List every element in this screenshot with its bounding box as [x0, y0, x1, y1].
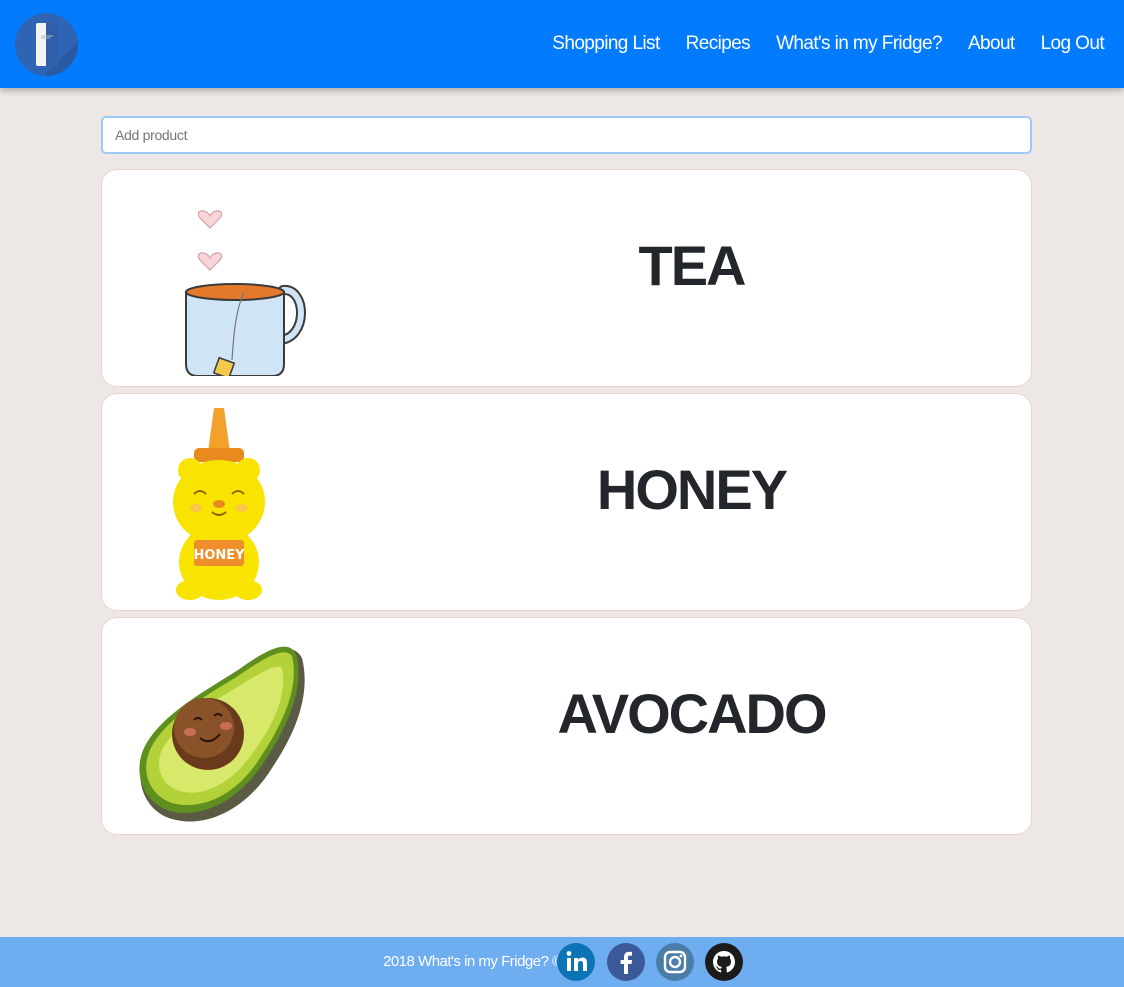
- footer-copyright: 2018 What's in my Fridge? ©: [383, 953, 563, 970]
- product-name: AVOCADO: [557, 681, 827, 745]
- product-card-honey[interactable]: HONEY HONEY: [101, 393, 1032, 611]
- nav-link-recipes[interactable]: Recipes: [686, 33, 751, 55]
- honey-bear-icon: HONEY: [132, 404, 312, 600]
- nav-link-log-out[interactable]: Log Out: [1041, 33, 1105, 55]
- github-icon[interactable]: [705, 943, 743, 981]
- linkedin-icon[interactable]: [557, 943, 595, 981]
- instagram-icon[interactable]: [656, 943, 694, 981]
- tea-mug-icon: [132, 180, 312, 380]
- nav-link-shopping-list[interactable]: Shopping List: [552, 33, 660, 55]
- product-name: TEA: [638, 233, 747, 297]
- footer: 2018 What's in my Fridge? ©: [0, 937, 1124, 987]
- avocado-icon: [132, 628, 312, 824]
- fridge-icon[interactable]: [15, 13, 78, 76]
- add-product-input[interactable]: [101, 116, 1032, 154]
- nav-link-whats-in-my-fridge[interactable]: What's in my Fridge?: [776, 33, 942, 55]
- svg-text:HONEY: HONEY: [193, 548, 245, 563]
- nav-link-about[interactable]: About: [968, 33, 1015, 55]
- product-card-avocado[interactable]: AVOCADO: [101, 617, 1032, 835]
- nav-links: Shopping List Recipes What's in my Fridg…: [552, 0, 1104, 88]
- product-name: HONEY: [596, 457, 788, 521]
- navbar: Shopping List Recipes What's in my Fridg…: [0, 0, 1124, 88]
- product-card-tea[interactable]: TEA: [101, 169, 1032, 387]
- facebook-icon[interactable]: [607, 943, 645, 981]
